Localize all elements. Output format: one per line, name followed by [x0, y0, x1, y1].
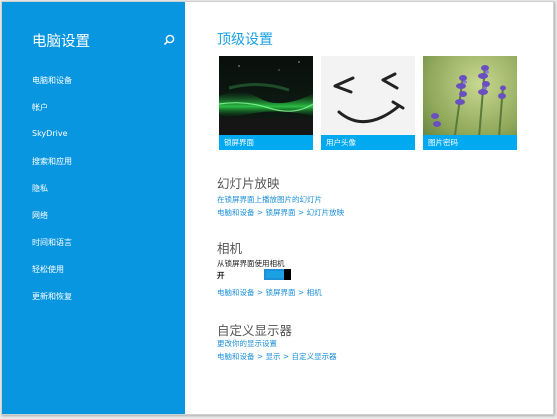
- tile-label: 图片密码: [423, 135, 517, 150]
- sidebar-item-skydrive[interactable]: SkyDrive: [32, 129, 68, 138]
- tile-account-picture[interactable]: 用户头像: [321, 56, 415, 150]
- sidebar-item-privacy[interactable]: 隐私: [32, 183, 48, 194]
- sidebar-item-network[interactable]: 网络: [32, 210, 48, 221]
- slideshow-title: 幻灯片放映: [217, 176, 280, 191]
- search-icon[interactable]: [162, 33, 176, 47]
- tile-picture-password[interactable]: 图片密码: [423, 56, 517, 150]
- toggle-thumb[interactable]: [284, 269, 291, 280]
- camera-title: 相机: [217, 241, 243, 256]
- camera-toggle[interactable]: [264, 269, 291, 280]
- main-content: 顶级设置 锁屏界面 用户头像 图片密码 幻灯片放映 在锁屏界面上播放图片的幻灯片…: [185, 2, 553, 414]
- sidebar-title: 电脑设置: [32, 34, 90, 50]
- camera-toggle-state: 开: [217, 271, 225, 280]
- sidebar-item-time-language[interactable]: 时间和语言: [32, 237, 72, 248]
- sidebar-item-update-recovery[interactable]: 更新和恢复: [32, 291, 72, 302]
- page-title: 顶级设置: [217, 32, 273, 48]
- camera-description: 从锁屏界面使用相机: [217, 259, 285, 268]
- sidebar-item-ease-of-access[interactable]: 轻松使用: [32, 264, 64, 275]
- slideshow-breadcrumb[interactable]: 电脑和设备 > 锁屏界面 > 幻灯片放映: [217, 207, 344, 218]
- display-breadcrumb[interactable]: 电脑和设备 > 显示 > 自定义显示器: [217, 351, 337, 362]
- display-link[interactable]: 更改你的显示设置: [217, 338, 277, 349]
- tile-lock-screen[interactable]: 锁屏界面: [219, 56, 313, 150]
- tile-label: 锁屏界面: [219, 135, 313, 150]
- settings-window: 电脑设置 电脑和设备 帐户 SkyDrive 搜索和应用 隐私 网络 时间和语言…: [1, 1, 554, 415]
- sidebar: 电脑设置 电脑和设备 帐户 SkyDrive 搜索和应用 隐私 网络 时间和语言…: [2, 2, 185, 414]
- display-title: 自定义显示器: [217, 323, 293, 338]
- sidebar-item-search-apps[interactable]: 搜索和应用: [32, 156, 72, 167]
- sidebar-item-accounts[interactable]: 帐户: [32, 102, 48, 113]
- slideshow-link[interactable]: 在锁屏界面上播放图片的幻灯片: [217, 194, 322, 205]
- tile-label: 用户头像: [321, 135, 415, 150]
- camera-breadcrumb[interactable]: 电脑和设备 > 锁屏界面 > 相机: [217, 287, 322, 298]
- sidebar-item-pc-devices[interactable]: 电脑和设备: [32, 75, 72, 86]
